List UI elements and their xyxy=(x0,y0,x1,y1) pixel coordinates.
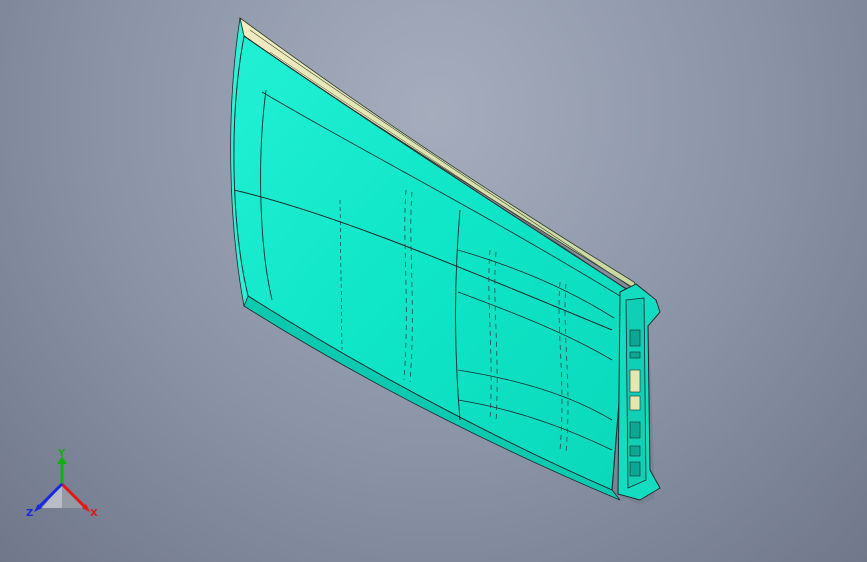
panel-surface[interactable] xyxy=(233,35,629,491)
x-axis-label: X xyxy=(90,508,98,519)
y-axis-label: Y xyxy=(57,448,66,459)
bracket-slot xyxy=(629,329,641,347)
bracket-slot xyxy=(629,445,641,457)
end-bracket-face xyxy=(625,297,647,489)
bracket-slot xyxy=(629,351,641,359)
bracket-slot xyxy=(629,369,641,393)
door-panel-model[interactable] xyxy=(0,0,867,562)
bracket-slot xyxy=(629,421,641,439)
bracket-slot xyxy=(629,395,641,411)
z-axis-label: Z xyxy=(26,508,33,519)
graphics-viewport[interactable]: Y X Z xyxy=(0,0,867,562)
reference-triad: Y X Z xyxy=(26,448,98,519)
bracket-slot xyxy=(629,461,641,477)
